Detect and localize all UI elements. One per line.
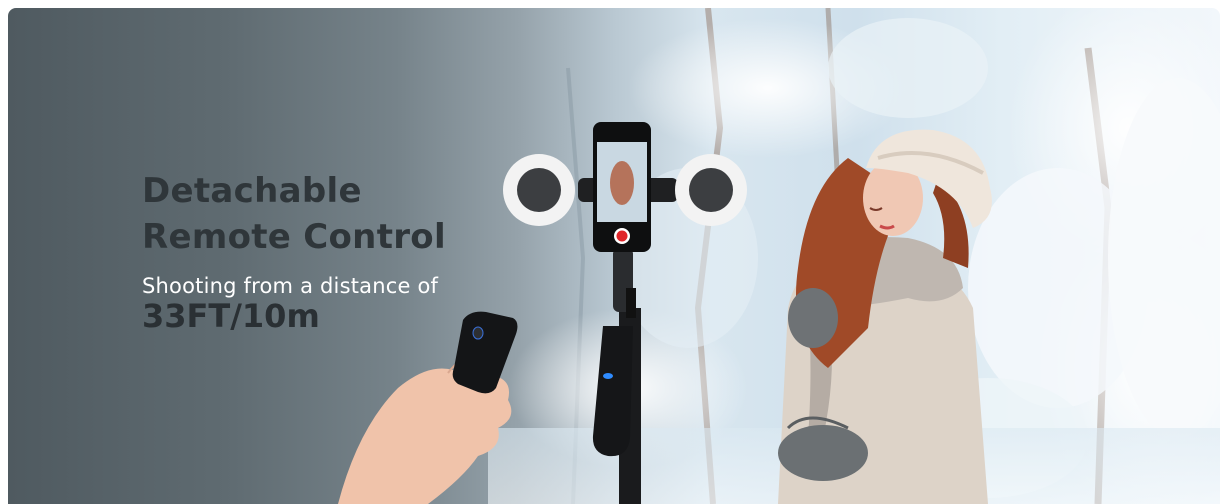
headline: Detachable Remote Control bbox=[142, 168, 446, 260]
headline-line-2: Remote Control bbox=[142, 217, 446, 257]
subheadline: Shooting from a distance of bbox=[142, 274, 439, 298]
feature-text: Detachable Remote Control Shooting from … bbox=[142, 168, 446, 334]
product-banner: Detachable Remote Control Shooting from … bbox=[8, 8, 1220, 504]
headline-line-1: Detachable bbox=[142, 171, 362, 211]
bluetooth-remote-icon bbox=[452, 311, 518, 394]
distance-value: 33FT/10m bbox=[142, 297, 320, 335]
